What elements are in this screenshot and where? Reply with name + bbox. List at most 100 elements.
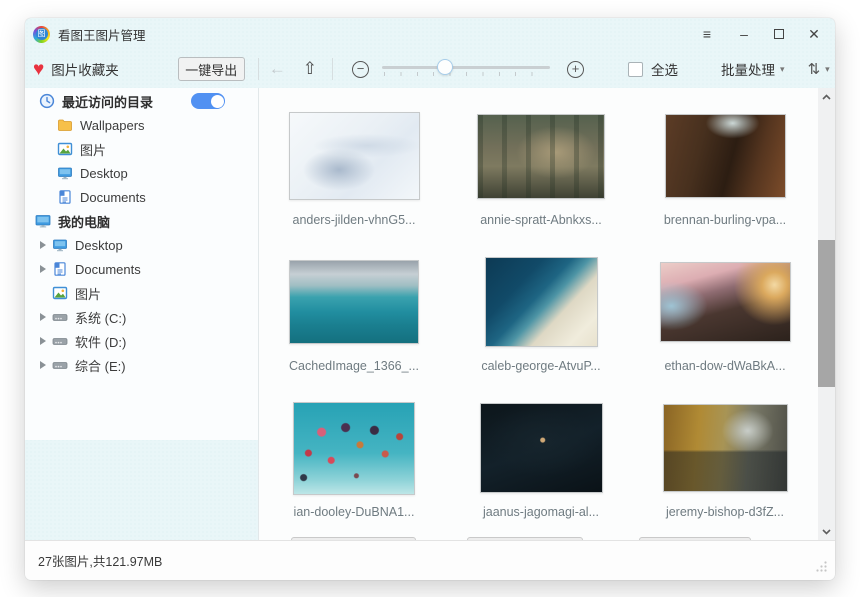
image-item[interactable]: ian-dooley-DuBNA1...: [259, 396, 449, 540]
clock-icon: [39, 93, 55, 109]
thumbnail-size-slider[interactable]: [382, 59, 550, 79]
expand-arrow-icon[interactable]: [40, 313, 46, 321]
sidebar-item-label: 图片: [80, 140, 106, 159]
toolbar-divider: [332, 58, 333, 80]
sidebar-item-documents[interactable]: Documents: [25, 185, 258, 209]
image-filename: jaanus-jagomagi-al...: [483, 505, 599, 519]
sidebar-item-computer-pictures[interactable]: 图片: [25, 281, 258, 305]
drive-icon: [52, 309, 68, 325]
image-filename: brennan-burling-vpa...: [664, 213, 786, 227]
image-filename: annie-spratt-Abnkxs...: [480, 213, 602, 227]
scroll-up-button[interactable]: [818, 88, 835, 105]
sidebar-item-desktop[interactable]: Desktop: [25, 161, 258, 185]
folder-icon: [57, 117, 73, 133]
chevron-up-icon: [822, 94, 831, 100]
back-icon[interactable]: ←: [269, 59, 286, 79]
minimize-button[interactable]: –: [737, 27, 751, 41]
image-thumbnail[interactable]: [660, 262, 791, 342]
menu-icon[interactable]: ≡: [700, 27, 714, 41]
image-filename: caleb-george-AtvuP...: [481, 359, 600, 373]
expand-arrow-icon[interactable]: [40, 265, 46, 273]
app-logo-icon: [33, 26, 50, 43]
scroll-down-button[interactable]: [818, 523, 835, 540]
select-all-checkbox[interactable]: [628, 62, 643, 77]
image-item[interactable]: caleb-george-AtvuP...: [449, 250, 633, 396]
image-thumbnail[interactable]: [289, 260, 419, 344]
maximize-button[interactable]: [774, 29, 784, 39]
toggle-knob: [211, 95, 224, 108]
image-item[interactable]: jeremy-bishop-d3fZ...: [633, 396, 817, 540]
image-thumbnail[interactable]: [480, 403, 603, 493]
heart-icon: ♥: [33, 60, 44, 79]
chevron-down-icon: [822, 529, 831, 535]
expand-arrow-placeholder: [40, 289, 46, 297]
image-filename: anders-jilden-vhnG5...: [293, 213, 416, 227]
image-item[interactable]: annie-spratt-Abnkxs...: [449, 104, 633, 250]
favorites-label: 图片收藏夹: [51, 59, 119, 79]
sidebar-item-label: Desktop: [75, 238, 123, 253]
export-button[interactable]: 一键导出: [178, 57, 245, 81]
sidebar-item-label: 图片: [75, 284, 101, 303]
slider-track[interactable]: [382, 66, 550, 69]
sidebar-item-wallpapers[interactable]: Wallpapers: [25, 113, 258, 137]
chevron-down-icon: ▾: [780, 64, 785, 75]
image-filename: CachedImage_1366_...: [289, 359, 419, 373]
resize-grip-icon[interactable]: [815, 560, 828, 573]
select-all-label[interactable]: 全选: [651, 59, 678, 79]
image-filename: ian-dooley-DuBNA1...: [294, 505, 415, 519]
batch-process-dropdown[interactable]: 批量处理 ▾: [721, 59, 785, 79]
expand-arrow-icon[interactable]: [40, 361, 46, 369]
document-icon: [52, 261, 68, 277]
drive-icon: [52, 357, 68, 373]
sidebar-item-computer-documents[interactable]: Documents: [25, 257, 258, 281]
expand-arrow-icon[interactable]: [40, 337, 46, 345]
sidebar-item-recent-dirs[interactable]: 最近访问的目录: [25, 89, 258, 113]
sidebar-item-computer-desktop[interactable]: Desktop: [25, 233, 258, 257]
image-item[interactable]: ethan-dow-dWaBkA...: [633, 250, 817, 396]
sidebar-item-my-computer[interactable]: 我的电脑: [25, 209, 258, 233]
picture-icon: [57, 141, 73, 157]
image-filename: ethan-dow-dWaBkA...: [664, 359, 785, 373]
picture-icon: [52, 285, 68, 301]
status-text: 27张图片,共121.97MB: [38, 551, 162, 570]
toolbar-divider: [258, 58, 259, 80]
image-item[interactable]: jaanus-jagomagi-al...: [449, 396, 633, 540]
recent-dirs-toggle[interactable]: [191, 93, 225, 109]
monitor-icon: [57, 165, 73, 181]
expand-arrow-icon[interactable]: [40, 241, 46, 249]
sidebar-item-label: 最近访问的目录: [62, 92, 153, 111]
sidebar-item-pictures[interactable]: 图片: [25, 137, 258, 161]
sidebar-item-label: 综合 (E:): [75, 356, 126, 375]
sidebar-item-label: 系统 (C:): [75, 308, 126, 327]
image-thumbnail[interactable]: [289, 112, 420, 200]
sidebar-item-label: Documents: [80, 190, 146, 205]
sort-icon: ⇅: [808, 60, 821, 78]
sidebar-item-drive-e[interactable]: 综合 (E:): [25, 353, 258, 377]
image-item[interactable]: anders-jilden-vhnG5...: [259, 104, 449, 250]
chevron-down-icon: ▾: [825, 64, 830, 75]
sort-dropdown[interactable]: ⇅ ▾: [808, 60, 830, 78]
image-item[interactable]: CachedImage_1366_...: [259, 250, 449, 396]
up-icon[interactable]: ⇧: [303, 59, 317, 79]
image-thumbnail[interactable]: [663, 404, 788, 492]
scrollbar-thumb[interactable]: [818, 240, 835, 387]
image-item[interactable]: brennan-burling-vpa...: [633, 104, 817, 250]
slider-ticks: [384, 72, 548, 76]
image-thumbnail[interactable]: [293, 402, 415, 495]
image-thumbnail[interactable]: [477, 114, 605, 199]
zoom-in-button[interactable]: +: [567, 61, 584, 78]
zoom-out-button[interactable]: −: [352, 61, 369, 78]
image-filename: jeremy-bishop-d3fZ...: [666, 505, 784, 519]
sidebar-item-label: 软件 (D:): [75, 332, 126, 351]
toolbar: ♥ 图片收藏夹 一键导出 ← ⇧ − + 全选 批量处理 ▾ ⇅ ▾: [25, 50, 835, 88]
sidebar-item-label: Desktop: [80, 166, 128, 181]
sidebar-item-drive-c[interactable]: 系统 (C:): [25, 305, 258, 329]
sidebar-item-drive-d[interactable]: 软件 (D:): [25, 329, 258, 353]
image-thumbnail[interactable]: [485, 257, 598, 347]
batch-process-label: 批量处理: [721, 59, 775, 79]
status-bar: 27张图片,共121.97MB: [25, 540, 835, 580]
sidebar-item-label: Documents: [75, 262, 141, 277]
image-thumbnail[interactable]: [665, 114, 786, 198]
vertical-scrollbar[interactable]: [818, 88, 835, 540]
close-button[interactable]: ✕: [807, 27, 821, 41]
